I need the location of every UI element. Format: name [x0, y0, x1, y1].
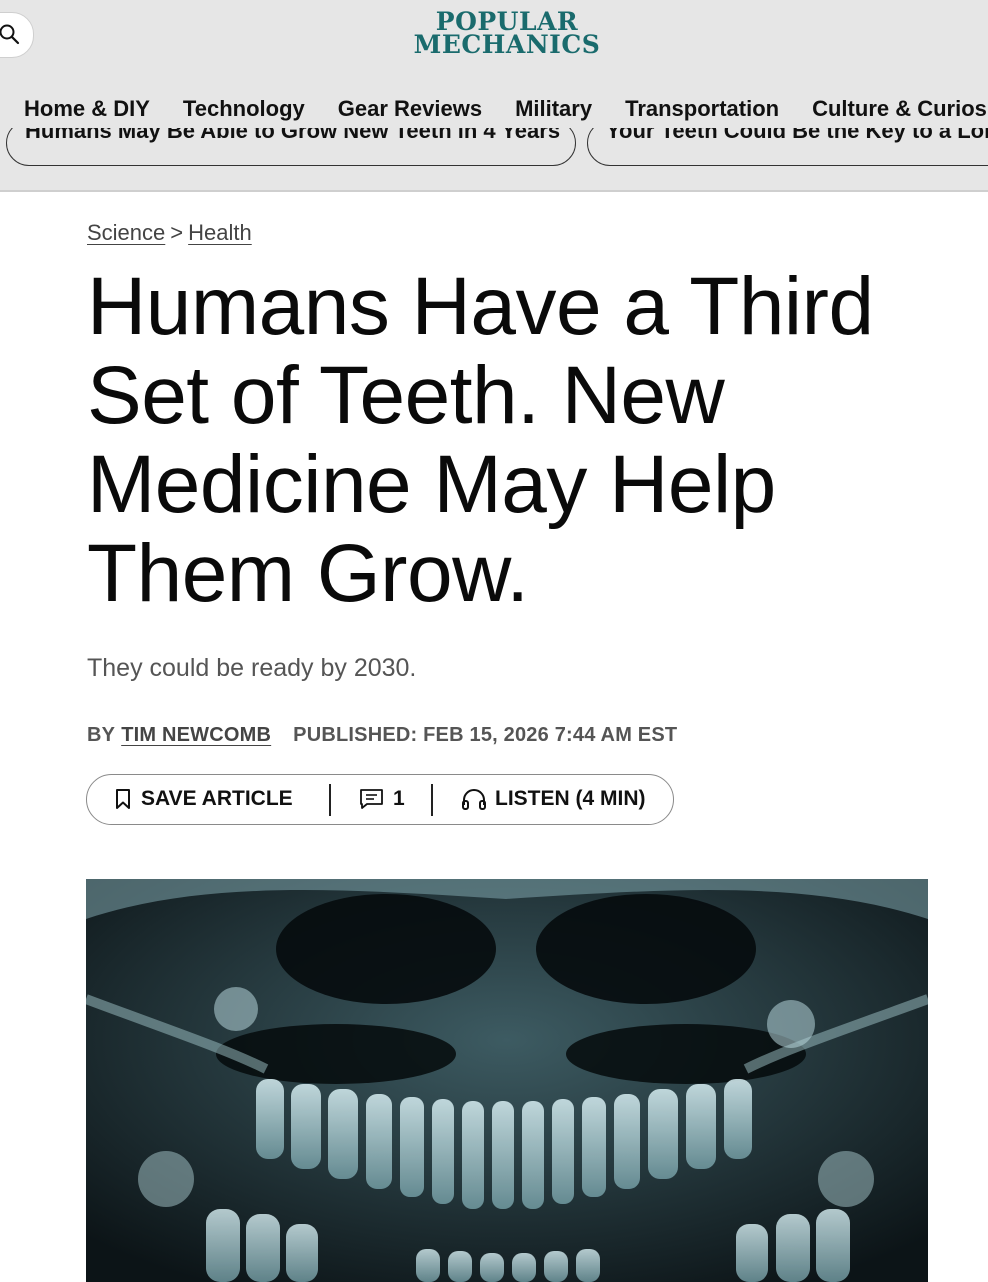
- related-story-label: Your Teeth Could Be the Key to a Lon: [606, 128, 988, 143]
- nav-item-home-diy[interactable]: Home & DIY: [24, 94, 150, 124]
- header-divider: [0, 190, 988, 192]
- comment-icon: [360, 789, 383, 809]
- comments-button[interactable]: 1: [359, 775, 405, 823]
- breadcrumb-health[interactable]: Health: [188, 220, 252, 245]
- author-link[interactable]: TIM NEWCOMB: [121, 724, 271, 746]
- nav-item-gear-reviews[interactable]: Gear Reviews: [338, 94, 482, 124]
- search-icon: [0, 24, 20, 45]
- byline: BY TIM NEWCOMB PUBLISHED: FEB 15, 2026 7:4…: [87, 724, 677, 747]
- article-actions-bar: SAVE ARTICLE 1 LISTEN (4 MIN): [86, 774, 674, 825]
- article-title: Humans Have a Third Set of Teeth. New Me…: [87, 261, 874, 619]
- nav-item-transportation[interactable]: Transportation: [625, 94, 779, 124]
- save-article-label: SAVE ARTICLE: [141, 787, 293, 810]
- published-date: PUBLISHED: FEB 15, 2026 7:44 AM EST: [293, 724, 678, 746]
- headphones-icon: [462, 789, 486, 810]
- site-header: POPULAR MECHANICS Home & DIY Technology …: [0, 0, 988, 192]
- hero-image: [86, 879, 928, 1282]
- nav-item-culture-curiosities[interactable]: Culture & Curiosi: [812, 94, 988, 124]
- comment-count: 1: [393, 787, 405, 810]
- article-dek: They could be ready by 2030.: [87, 654, 417, 682]
- nav-item-technology[interactable]: Technology: [183, 94, 305, 124]
- actions-divider: [431, 784, 433, 816]
- listen-button[interactable]: LISTEN (4 MIN): [461, 775, 646, 823]
- logo-line-2: MECHANICS: [413, 30, 601, 59]
- related-stories-strip: Humans May Be Able to Grow New Teeth in …: [0, 128, 988, 170]
- actions-divider: [329, 784, 331, 816]
- breadcrumb: Science > Health: [87, 220, 252, 246]
- listen-label: LISTEN (4 MIN): [495, 787, 646, 810]
- breadcrumb-science[interactable]: Science: [87, 220, 165, 245]
- search-button[interactable]: [0, 12, 34, 58]
- related-story-label: Humans May Be Able to Grow New Teeth in …: [25, 128, 561, 143]
- related-story-pill[interactable]: Your Teeth Could Be the Key to a Lon: [587, 128, 988, 166]
- nav-item-military[interactable]: Military: [515, 94, 592, 124]
- main-nav: Home & DIY Technology Gear Reviews Milit…: [24, 94, 988, 124]
- dental-xray-image: [86, 879, 928, 1282]
- site-logo[interactable]: POPULAR MECHANICS: [406, 9, 608, 59]
- save-article-button[interactable]: SAVE ARTICLE: [113, 775, 293, 823]
- breadcrumb-separator: >: [170, 220, 184, 245]
- related-story-pill[interactable]: Humans May Be Able to Grow New Teeth in …: [6, 128, 576, 166]
- bookmark-icon: [116, 789, 130, 809]
- byline-by: BY: [87, 724, 116, 746]
